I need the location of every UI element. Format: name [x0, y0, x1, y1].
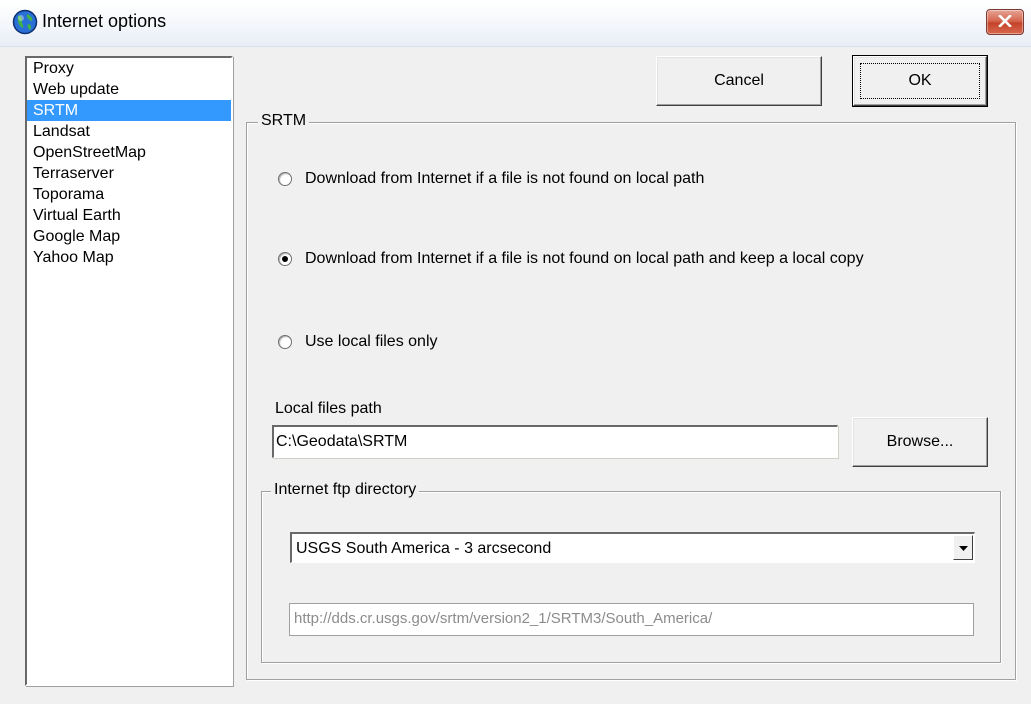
close-button[interactable]: [986, 9, 1024, 35]
ftp-group-title: Internet ftp directory: [271, 481, 420, 499]
list-item-toporama[interactable]: Toporama: [27, 184, 231, 205]
list-item-landsat[interactable]: Landsat: [27, 121, 231, 142]
list-item-yahoo-map[interactable]: Yahoo Map: [27, 247, 231, 268]
radio-label: Download from Internet if a file is not …: [305, 170, 705, 187]
list-item-virtual-earth[interactable]: Virtual Earth: [27, 205, 231, 226]
list-item-openstreetmap[interactable]: OpenStreetMap: [27, 142, 231, 163]
local-path-label: Local files path: [275, 400, 382, 417]
ok-button[interactable]: OK: [852, 55, 988, 107]
list-item-google-map[interactable]: Google Map: [27, 226, 231, 247]
radio-label: Use local files only: [305, 333, 438, 350]
ftp-directory-select[interactable]: USGS South America - 3 arcsecond: [290, 532, 975, 563]
category-list[interactable]: Proxy Web update SRTM Landsat OpenStreet…: [25, 56, 233, 686]
ftp-group: [261, 491, 1001, 663]
radio-label: Download from Internet if a file is not …: [305, 250, 864, 267]
local-path-input[interactable]: [272, 425, 838, 458]
chevron-down-icon: [959, 546, 968, 551]
srtm-group-title: SRTM: [258, 112, 310, 130]
cancel-button-label: Cancel: [714, 72, 764, 89]
dropdown-button[interactable]: [953, 535, 973, 560]
list-item-web-update[interactable]: Web update: [27, 79, 231, 100]
window-title: Internet options: [42, 11, 167, 31]
cancel-button[interactable]: Cancel: [656, 56, 822, 106]
browse-button[interactable]: Browse...: [852, 417, 988, 467]
focus-rectangle: [860, 63, 980, 99]
title-bar: Internet options: [0, 0, 1031, 47]
list-item-proxy[interactable]: Proxy: [27, 58, 231, 79]
browse-button-label: Browse...: [886, 433, 954, 450]
globe-icon: [12, 9, 38, 35]
radio-button[interactable]: [278, 335, 292, 349]
radio-option-local-only[interactable]: Use local files only: [278, 332, 438, 352]
radio-button[interactable]: [278, 172, 292, 186]
ftp-directory-selected: USGS South America - 3 arcsecond: [296, 540, 552, 557]
close-icon: [998, 15, 1012, 27]
list-item-terraserver[interactable]: Terraserver: [27, 163, 231, 184]
radio-option-download[interactable]: Download from Internet if a file is not …: [278, 169, 704, 189]
list-item-srtm[interactable]: SRTM: [27, 100, 231, 121]
radio-button-checked[interactable]: [278, 252, 292, 266]
radio-option-download-keep-copy[interactable]: Download from Internet if a file is not …: [278, 249, 864, 269]
ftp-url-field[interactable]: http://dds.cr.usgs.gov/srtm/version2_1/S…: [289, 603, 974, 636]
